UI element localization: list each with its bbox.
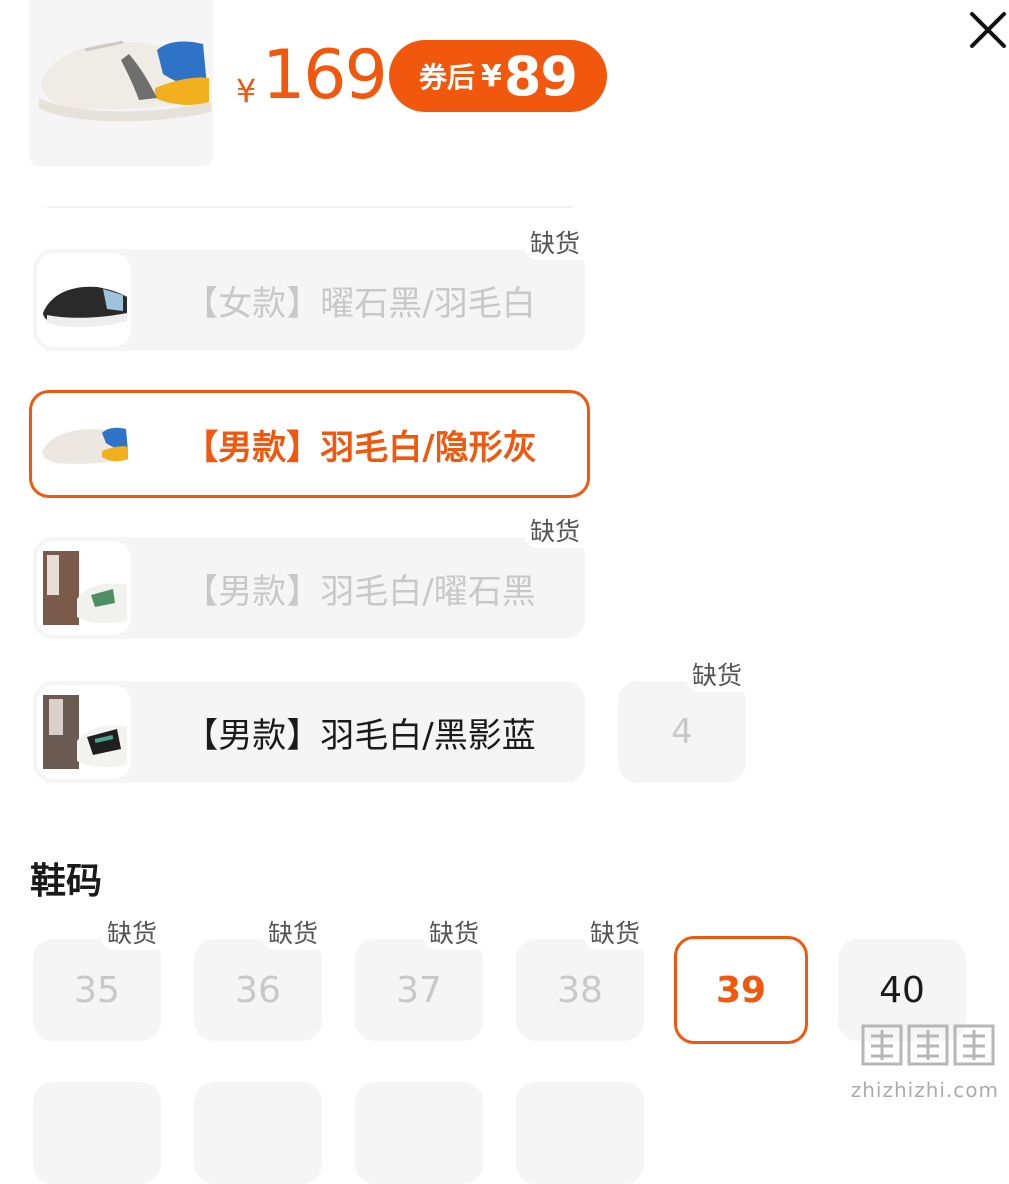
size-option-partial[interactable]	[194, 1082, 322, 1184]
variant-thumbnail	[37, 685, 131, 779]
variant-thumbnail	[37, 541, 131, 635]
variant-option[interactable]: 【男款】羽毛白/黑影蓝	[33, 681, 585, 783]
watermark-logo-icon	[861, 1024, 995, 1066]
variant-thumbnail	[37, 253, 131, 347]
out-of-stock-badge: 缺货	[101, 918, 164, 950]
close-icon	[970, 12, 1006, 48]
product-thumbnail	[29, 0, 213, 167]
size-option-39-selected[interactable]: 39	[674, 936, 808, 1044]
variant-thumbnail	[36, 397, 130, 491]
variant-label: 【男款】羽毛白/隐形灰	[184, 427, 537, 468]
size-option-37[interactable]: 37	[355, 939, 483, 1041]
size-option-38[interactable]: 38	[516, 939, 644, 1041]
watermark-text: zhizhizhi.com	[850, 1078, 999, 1102]
coupon-price-badge: 券后 ¥ 89	[389, 40, 607, 112]
size-option-35[interactable]: 35	[33, 939, 161, 1041]
variant-option[interactable]: 【女款】曜石黑/羽毛白	[33, 249, 585, 351]
variant-option-extra[interactable]: 4	[618, 681, 746, 783]
coupon-price: 89	[503, 44, 578, 108]
out-of-stock-badge: 缺货	[423, 918, 486, 950]
variant-label: 【男款】羽毛白/黑影蓝	[184, 715, 536, 756]
variant-option-selected[interactable]: 【男款】羽毛白/隐形灰	[29, 390, 590, 498]
coupon-label: 券后	[418, 61, 475, 94]
out-of-stock-badge: 缺货	[262, 918, 325, 950]
size-option-partial[interactable]	[516, 1082, 644, 1184]
close-button[interactable]	[966, 8, 1009, 52]
price-currency: ¥	[236, 72, 257, 110]
size-option-partial[interactable]	[355, 1082, 483, 1184]
out-of-stock-badge: 缺货	[524, 228, 587, 260]
watermark-logo	[859, 1020, 999, 1074]
divider	[47, 206, 573, 208]
sneaker-image	[39, 40, 211, 122]
out-of-stock-badge: 缺货	[686, 660, 749, 692]
coupon-currency: ¥	[480, 58, 502, 94]
size-section-title: 鞋码	[30, 861, 103, 902]
price-value: 169	[262, 36, 388, 115]
variant-option[interactable]: 【男款】羽毛白/曜石黑	[33, 537, 585, 639]
size-option-partial[interactable]	[33, 1082, 161, 1184]
variant-label: 【男款】羽毛白/曜石黑	[184, 571, 536, 612]
out-of-stock-badge: 缺货	[524, 516, 587, 548]
out-of-stock-badge: 缺货	[584, 918, 647, 950]
size-option-36[interactable]: 36	[194, 939, 322, 1041]
variant-label: 【女款】曜石黑/羽毛白	[184, 283, 536, 324]
